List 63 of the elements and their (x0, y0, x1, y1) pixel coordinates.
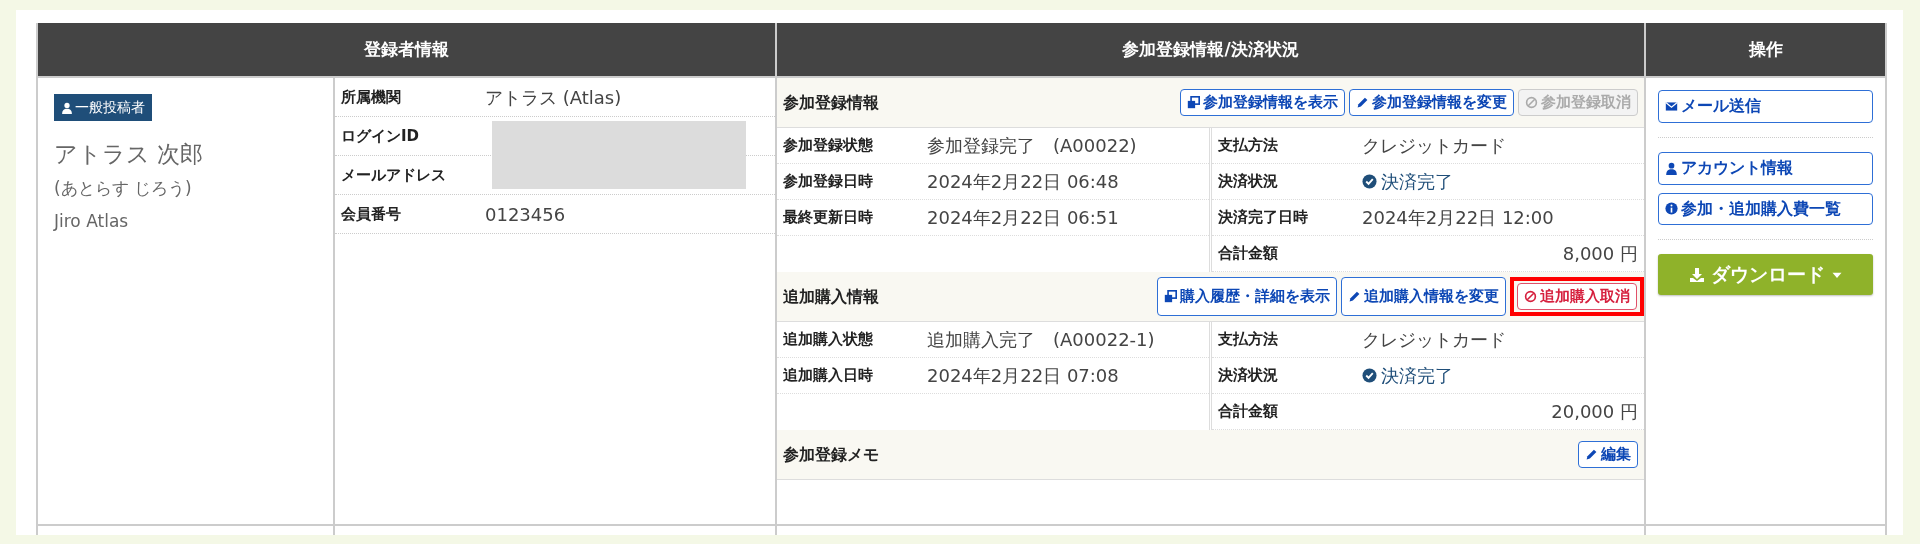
field-value: クレジットカード (1362, 328, 1507, 352)
action-button[interactable]: アカウント情報 (1658, 151, 1873, 185)
section-title: 参加登録メモ (783, 443, 879, 466)
pencil-icon (1356, 96, 1369, 109)
user-icon (61, 101, 73, 114)
action-button[interactable]: 参加・追加購入費一覧 (1658, 192, 1873, 226)
column-header: 参加登録情報/決済状況 (776, 23, 1645, 77)
mail-icon (1665, 99, 1678, 113)
field-value: 2024年2月22日 12:00 (1362, 206, 1555, 230)
amount-value: 20,000 円 (1551, 401, 1638, 422)
column-header: 登録者情報 (37, 23, 776, 77)
field-value: クレジットカード (1362, 134, 1507, 158)
field-label: 合計金額 (1217, 243, 1279, 265)
check-circle-icon (1362, 368, 1377, 383)
info-icon (1665, 202, 1678, 216)
action-button[interactable]: 追加購入取消 (1517, 282, 1637, 311)
role-badge: 一般投稿者 (54, 94, 152, 121)
field-label: 追加購入日時 (782, 365, 874, 387)
section-title: 追加購入情報 (783, 285, 879, 308)
field-value: 参加登録完了 (A00022) (927, 134, 1138, 158)
action-button[interactable]: 参加登録情報を表示 (1180, 88, 1345, 117)
windows-icon (1164, 290, 1177, 303)
person-kana: (あとらす じろう) (54, 176, 192, 200)
field-label: 最終更新日時 (782, 207, 874, 229)
field-label: 支払方法 (1217, 135, 1279, 157)
windows-icon (1187, 96, 1200, 109)
action-button[interactable]: 追加購入情報を変更 (1341, 276, 1506, 317)
field-label: 決済状況 (1217, 365, 1279, 387)
edit-button[interactable]: 編集 (1578, 440, 1638, 469)
field-label: メールアドレス (340, 164, 447, 186)
field-value: 追加購入完了 (A00022-1) (927, 328, 1156, 352)
field-value: アトラス (Atlas) (485, 85, 622, 110)
field-label: 決済完了日時 (1217, 207, 1309, 229)
ban-icon (1525, 96, 1538, 109)
status-text: 決済完了 (1381, 364, 1453, 388)
status-text: 決済完了 (1381, 170, 1453, 194)
pencil-icon (1585, 448, 1598, 461)
column-header: 操作 (1645, 23, 1886, 77)
field-label: 決済状況 (1217, 171, 1279, 193)
field-label: 合計金額 (1217, 401, 1279, 423)
field-label: ログインID (340, 125, 421, 147)
field-label: 参加登録状態 (782, 135, 874, 157)
action-button[interactable]: 購入履歴・詳細を表示 (1157, 276, 1337, 317)
user-icon (1665, 161, 1678, 175)
action-button[interactable]: メール送信 (1658, 90, 1873, 123)
section-title: 参加登録情報 (783, 91, 879, 114)
person-name-english: Jiro Atlas (54, 210, 129, 233)
field-label: 参加登録日時 (782, 171, 874, 193)
download-icon (1688, 266, 1705, 283)
amount-value: 8,000 円 (1562, 243, 1638, 264)
field-value: 2024年2月22日 06:51 (927, 206, 1120, 230)
field-label: 支払方法 (1217, 329, 1279, 351)
field-label: 追加購入状態 (782, 329, 874, 351)
ban-icon (1524, 290, 1537, 303)
field-value: 2024年2月22日 06:48 (927, 170, 1120, 194)
field-label: 会員番号 (340, 203, 402, 225)
field-label: 所属機関 (340, 86, 402, 108)
field-value: 0123456 (485, 202, 566, 227)
field-value: 2024年2月22日 07:08 (927, 364, 1120, 388)
action-button[interactable]: 参加登録情報を変更 (1349, 88, 1514, 117)
person-name: アトラス 次郎 (54, 140, 204, 169)
pencil-icon (1348, 290, 1361, 303)
check-circle-icon (1362, 174, 1377, 189)
